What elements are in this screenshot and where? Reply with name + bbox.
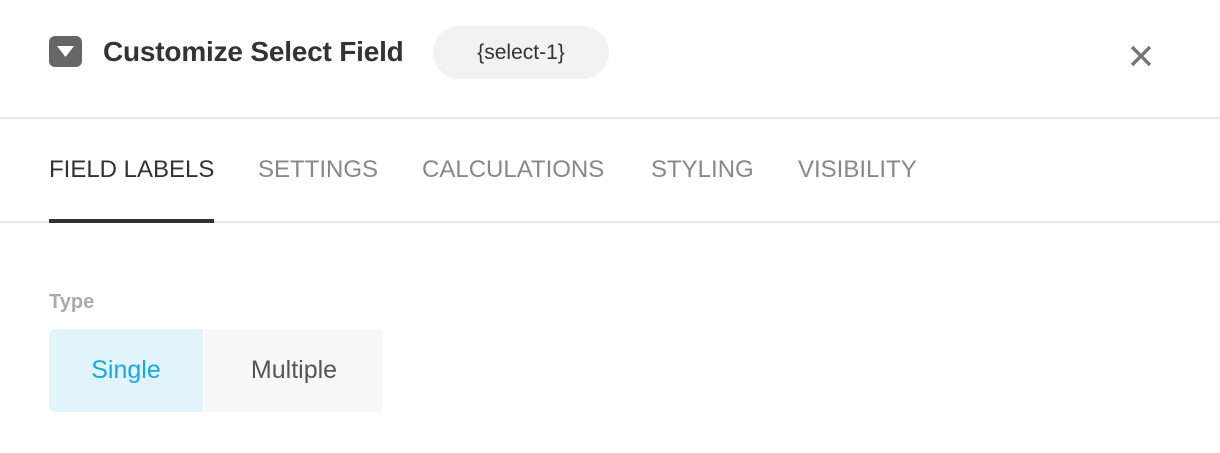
- tab-bar: FIELD LABELS SETTINGS CALCULATIONS STYLI…: [0, 119, 1220, 223]
- customize-field-modal: Customize Select Field {select-1} FIELD …: [0, 0, 1220, 453]
- tab-styling[interactable]: STYLING: [651, 119, 754, 221]
- type-multiple-option[interactable]: Multiple: [205, 329, 383, 412]
- type-single-option[interactable]: Single: [49, 329, 203, 412]
- close-button[interactable]: [1121, 36, 1161, 76]
- type-segmented-control: Single Multiple: [49, 329, 383, 412]
- tab-calculations[interactable]: CALCULATIONS: [422, 119, 604, 221]
- field-tag-badge: {select-1}: [433, 26, 609, 79]
- type-label: Type: [49, 291, 95, 313]
- tab-settings[interactable]: SETTINGS: [258, 119, 378, 221]
- tab-field-labels[interactable]: FIELD LABELS: [49, 119, 215, 223]
- close-icon: [1130, 45, 1152, 67]
- modal-title: Customize Select Field: [103, 36, 404, 67]
- modal-header: Customize Select Field {select-1}: [0, 0, 1220, 119]
- dropdown-select-icon: [49, 36, 82, 67]
- tab-visibility[interactable]: VISIBILITY: [798, 119, 917, 221]
